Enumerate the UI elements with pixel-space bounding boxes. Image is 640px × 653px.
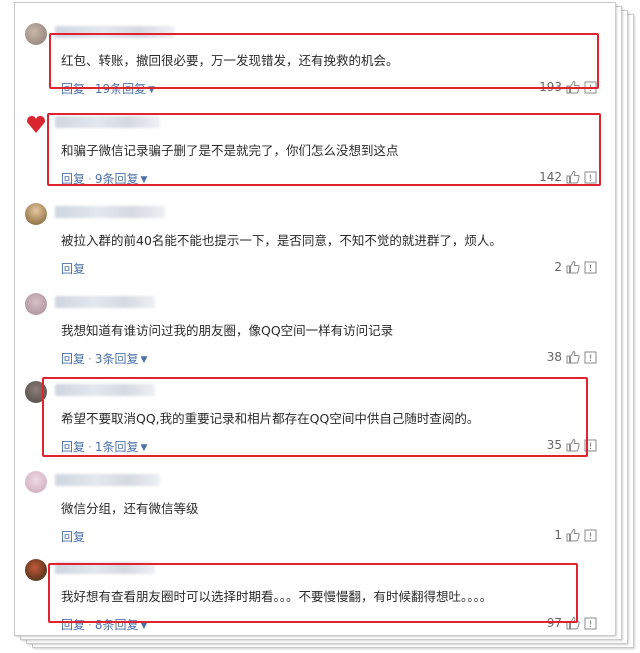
thumbs-up-icon[interactable]: [566, 438, 580, 452]
separator: ·: [88, 618, 92, 632]
chevron-down-icon: ▼: [148, 85, 156, 95]
reply-button[interactable]: 回复: [61, 530, 85, 544]
comment-item: 和骗子微信记录骗子删了是不是就完了，你们怎么没想到这点 回复 · 9条回复 ▼ 142: [15, 107, 615, 193]
report-icon[interactable]: [584, 617, 597, 630]
avatar[interactable]: [25, 471, 47, 493]
comment-actions: 回复 · 19条回复 ▼: [61, 80, 155, 97]
view-replies-button[interactable]: 8条回复 ▼: [95, 618, 148, 632]
like-count: 2: [554, 260, 562, 274]
like-count: 38: [546, 350, 562, 364]
comment-actions: 回复 · 9条回复 ▼: [61, 170, 147, 187]
thumbs-up-icon[interactable]: [566, 616, 580, 630]
separator: ·: [88, 440, 92, 454]
comment-item: 被拉入群的前40名能不能也提示一下，是否同意，不知不觉的就进群了，烦人。 回复 …: [15, 197, 615, 279]
thumbs-up-icon[interactable]: [566, 170, 580, 184]
comment-item: 希望不要取消QQ,我的重要记录和相片都存在QQ空间中供自己随时查阅的。 回复 · 1…: [15, 375, 615, 461]
like-count: 142: [539, 170, 562, 184]
avatar[interactable]: [25, 293, 47, 315]
separator: ·: [88, 172, 92, 186]
username-blurred[interactable]: [55, 116, 160, 128]
chevron-down-icon: ▼: [140, 175, 148, 185]
like-count: 97: [546, 616, 562, 630]
like-count: 1: [554, 528, 562, 542]
thumbs-up-icon[interactable]: [566, 528, 580, 542]
comment-text: 被拉入群的前40名能不能也提示一下，是否同意，不知不觉的就进群了，烦人。: [61, 233, 502, 248]
separator: ·: [88, 352, 92, 366]
comment-text: 我好想有查看朋友圈时可以选择时期看。。。不要慢慢翻，有时候翻得想吐。。。。: [61, 589, 493, 604]
username-blurred[interactable]: [55, 474, 160, 486]
reply-button[interactable]: 回复: [61, 172, 85, 186]
comment-text: 我想知道有谁访问过我的朋友圈，像QQ空间一样有访问记录: [61, 323, 394, 338]
comment-actions: 回复: [61, 260, 85, 277]
report-icon[interactable]: [584, 261, 597, 274]
comment-actions: 回复 · 3条回复 ▼: [61, 350, 147, 367]
reply-button[interactable]: 回复: [61, 262, 85, 276]
view-replies-button[interactable]: 1条回复 ▼: [95, 440, 148, 454]
avatar[interactable]: [25, 23, 47, 45]
reply-button[interactable]: 回复: [61, 82, 85, 96]
avatar[interactable]: [25, 381, 47, 403]
view-replies-button[interactable]: 9条回复 ▼: [95, 172, 148, 186]
report-icon[interactable]: [584, 439, 597, 452]
chevron-down-icon: ▼: [140, 621, 148, 631]
like-area: 1: [554, 528, 597, 542]
username-blurred[interactable]: [55, 296, 155, 308]
reply-button[interactable]: 回复: [61, 618, 85, 632]
like-area: 97: [547, 616, 597, 630]
report-icon[interactable]: [584, 529, 597, 542]
comment-item: 我好想有查看朋友圈时可以选择时期看。。。不要慢慢翻，有时候翻得想吐。。。。 回复…: [15, 553, 615, 635]
comment-text: 希望不要取消QQ,我的重要记录和相片都存在QQ空间中供自己随时查阅的。: [61, 411, 480, 426]
username-blurred[interactable]: [55, 26, 175, 38]
view-replies-button[interactable]: 3条回复 ▼: [95, 352, 148, 366]
avatar[interactable]: [25, 203, 47, 225]
report-icon[interactable]: [584, 171, 597, 184]
username-blurred[interactable]: [55, 206, 165, 218]
comment-item: 我想知道有谁访问过我的朋友圈，像QQ空间一样有访问记录 回复 · 3条回复 ▼ 38: [15, 287, 615, 369]
comment-item: 红包、转账，撤回很必要，万一发现错发，还有挽救的机会。 回复 · 19条回复 ▼ 19…: [15, 17, 615, 99]
comment-text: 和骗子微信记录骗子删了是不是就完了，你们怎么没想到这点: [61, 143, 399, 158]
chevron-down-icon: ▼: [140, 355, 148, 365]
like-count: 193: [539, 80, 562, 94]
report-icon[interactable]: [584, 81, 597, 94]
comment-text: 红包、转账，撤回很必要，万一发现错发，还有挽救的机会。: [61, 53, 399, 68]
username-blurred[interactable]: [55, 384, 155, 396]
comment-actions: 回复: [61, 528, 85, 545]
avatar[interactable]: [25, 113, 47, 135]
comment-text: 微信分组，还有微信等级: [61, 501, 199, 516]
thumbs-up-icon[interactable]: [566, 350, 580, 364]
chevron-down-icon: ▼: [140, 443, 148, 453]
comment-list: 红包、转账，撤回很必要，万一发现错发，还有挽救的机会。 回复 · 19条回复 ▼ 19…: [14, 2, 616, 636]
reply-button[interactable]: 回复: [61, 352, 85, 366]
username-blurred[interactable]: [55, 562, 155, 574]
like-count: 35: [546, 438, 562, 452]
view-replies-button[interactable]: 19条回复 ▼: [95, 82, 155, 96]
report-icon[interactable]: [584, 351, 597, 364]
comment-actions: 回复 · 1条回复 ▼: [61, 438, 147, 455]
like-area: 2: [554, 260, 597, 274]
thumbs-up-icon[interactable]: [566, 80, 580, 94]
like-area: 38: [547, 350, 597, 364]
avatar[interactable]: [25, 559, 47, 581]
comment-actions: 回复 · 8条回复 ▼: [61, 616, 147, 633]
reply-button[interactable]: 回复: [61, 440, 85, 454]
like-area: 142: [539, 170, 597, 184]
like-area: 193: [539, 80, 597, 94]
separator: ·: [88, 82, 92, 96]
thumbs-up-icon[interactable]: [566, 260, 580, 274]
like-area: 35: [547, 438, 597, 452]
comment-item: 微信分组，还有微信等级 回复 1: [15, 465, 615, 547]
